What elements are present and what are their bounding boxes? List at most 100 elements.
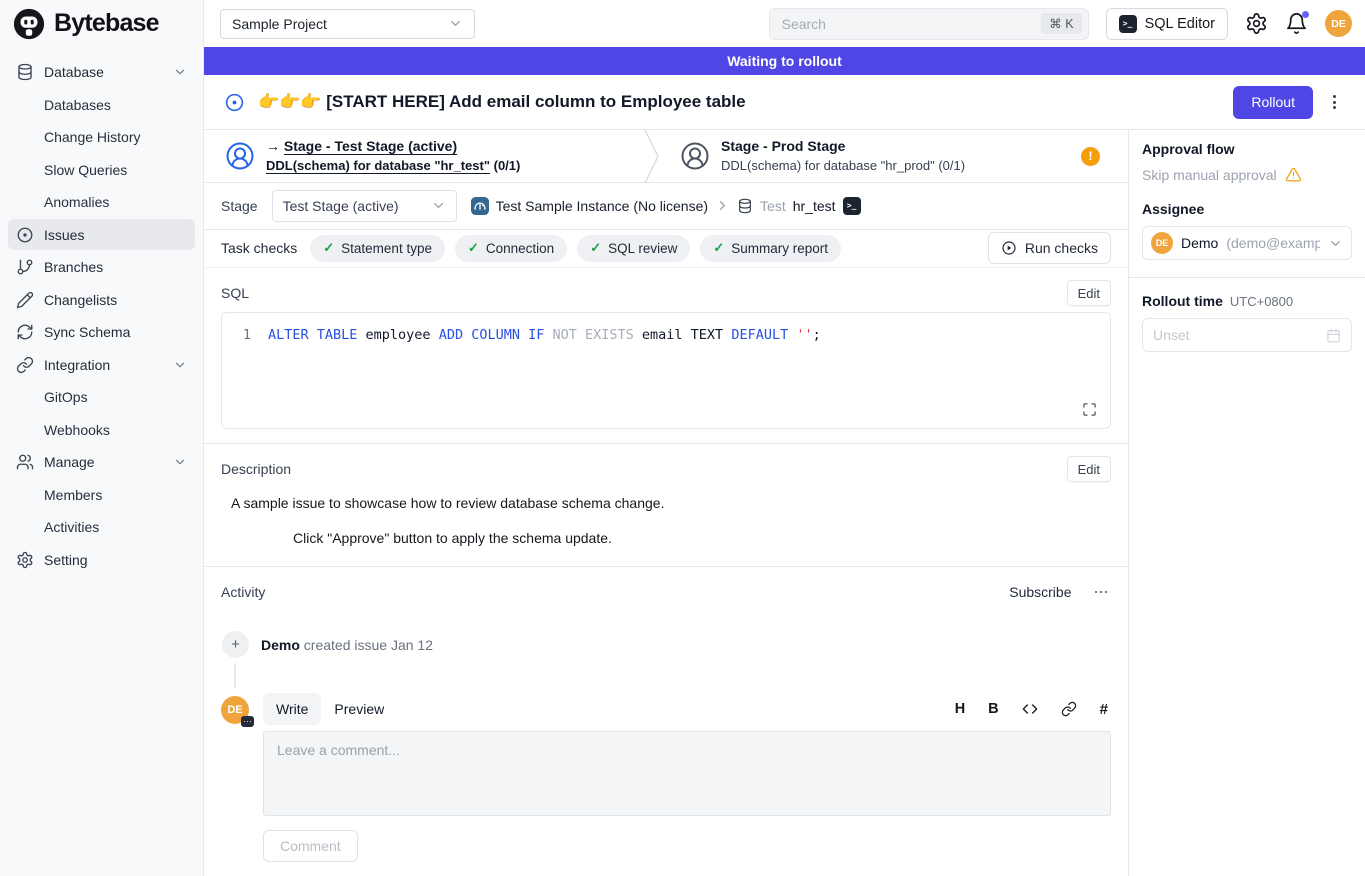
sql-section-header: SQL Edit: [221, 280, 1111, 306]
check-statement-type[interactable]: ✓ Statement type: [310, 235, 445, 262]
description-section: Description Edit A sample issue to showc…: [204, 444, 1128, 567]
pipeline-stage-test[interactable]: → Stage - Test Stage (active) DDL(schema…: [204, 130, 644, 182]
stage-user-icon: [225, 141, 255, 171]
check-sql-review[interactable]: ✓ SQL review: [577, 235, 690, 262]
sidebar-item-webhooks[interactable]: Webhooks: [8, 414, 195, 445]
git-branch-icon: [16, 258, 34, 276]
warning-icon: [1285, 166, 1302, 183]
sidebar-item-databases[interactable]: Databases: [8, 89, 195, 120]
comment-submit-button[interactable]: Comment: [263, 830, 358, 862]
main-area: Sample Project ⌘ K >_ SQL Editor DE: [204, 0, 1365, 876]
sql-code-editor[interactable]: 1 ALTER TABLE employee ADD COLUMN IF NOT…: [221, 312, 1111, 429]
settings-button[interactable]: [1245, 12, 1268, 35]
rollout-time-picker[interactable]: Unset: [1142, 318, 1352, 352]
project-select[interactable]: Sample Project: [220, 9, 475, 39]
sidebar-item-label: Integration: [44, 357, 110, 373]
check-label: Summary report: [731, 241, 828, 256]
sidebar-item-label: Slow Queries: [44, 162, 127, 178]
refresh-icon: [16, 323, 34, 341]
instance-link[interactable]: Test Sample Instance (No license): [496, 198, 708, 214]
pencil-icon: [16, 291, 34, 309]
timeline-connector: [234, 663, 236, 688]
sidebar-item-database[interactable]: Database: [8, 57, 195, 88]
run-checks-button[interactable]: Run checks: [988, 232, 1111, 264]
open-sql-editor-icon[interactable]: >_: [843, 197, 861, 215]
project-select-value: Sample Project: [232, 16, 327, 32]
rollout-time-value: Unset: [1153, 327, 1190, 343]
issue-sidebar: Approval flow Skip manual approval Assig…: [1128, 130, 1365, 876]
sidebar-item-label: Manage: [44, 454, 95, 470]
sidebar-item-manage[interactable]: Manage: [8, 447, 195, 478]
pipeline-stage-prod[interactable]: Stage - Prod Stage DDL(schema) for datab…: [659, 130, 1128, 182]
status-banner: Waiting to rollout: [204, 47, 1365, 75]
sidebar-item-label: Branches: [44, 259, 103, 275]
topbar: Sample Project ⌘ K >_ SQL Editor DE: [204, 0, 1365, 47]
stage-selector-row: Stage Test Stage (active) Test Sample In…: [204, 183, 1128, 230]
sidebar-item-setting[interactable]: Setting: [8, 544, 195, 575]
sidebar-item-branches[interactable]: Branches: [8, 252, 195, 283]
sql-editor-button[interactable]: >_ SQL Editor: [1106, 8, 1228, 40]
sidebar-item-label: Setting: [44, 552, 88, 568]
sidebar-item-label: GitOps: [44, 389, 88, 405]
code-button[interactable]: [1022, 701, 1038, 717]
task-checks-row: Task checks ✓ Statement type ✓ Connectio…: [204, 230, 1128, 268]
check-label: Statement type: [341, 241, 432, 256]
hash-button[interactable]: #: [1100, 701, 1108, 718]
comment-editor-main: Write Preview H B #: [263, 693, 1111, 862]
sidebar-item-slow-queries[interactable]: Slow Queries: [8, 154, 195, 185]
comment-editor: DE Write Preview H B: [221, 693, 1111, 862]
issue-status-icon: [224, 92, 245, 113]
link-button[interactable]: [1061, 701, 1077, 717]
sidebar-item-changelists[interactable]: Changelists: [8, 284, 195, 315]
feed-date: Jan 12: [391, 637, 433, 653]
search-input[interactable]: [782, 16, 1034, 32]
expand-icon[interactable]: [1082, 402, 1097, 417]
terminal-icon: >_: [1119, 15, 1137, 33]
database-link[interactable]: hr_test: [793, 198, 836, 214]
bytebase-logo-icon: [12, 7, 46, 41]
sidebar-item-integration[interactable]: Integration: [8, 349, 195, 380]
comment-bubble-icon: [241, 716, 254, 727]
sidebar-item-activities[interactable]: Activities: [8, 512, 195, 543]
activity-feed-item: + Demo created issue Jan 12: [222, 631, 1111, 658]
issue-main-column: → Stage - Test Stage (active) DDL(schema…: [204, 130, 1128, 876]
tab-write[interactable]: Write: [263, 693, 321, 725]
notifications-button[interactable]: [1285, 12, 1308, 35]
sidebar-item-anomalies[interactable]: Anomalies: [8, 187, 195, 218]
sidebar: Bytebase Database Databases Change Histo…: [0, 0, 204, 876]
sidebar-item-change-history[interactable]: Change History: [8, 122, 195, 153]
gear-icon: [16, 551, 34, 569]
user-avatar[interactable]: DE: [1325, 10, 1352, 37]
chevron-down-icon: [431, 198, 446, 213]
comment-input[interactable]: [263, 731, 1111, 816]
sidebar-item-members[interactable]: Members: [8, 479, 195, 510]
check-summary-report[interactable]: ✓ Summary report: [700, 235, 841, 262]
chevron-down-icon: [173, 358, 187, 372]
notification-dot: [1302, 11, 1309, 18]
sidebar-item-label: Activities: [44, 519, 99, 535]
gear-icon: [1245, 12, 1268, 35]
assignee-avatar: DE: [1151, 232, 1173, 254]
description-edit-button[interactable]: Edit: [1067, 456, 1111, 482]
bold-button[interactable]: B: [988, 701, 998, 717]
rollout-button[interactable]: Rollout: [1233, 86, 1313, 119]
more-actions-icon[interactable]: [1326, 90, 1343, 114]
more-options-icon[interactable]: [1091, 587, 1112, 598]
link-icon: [1061, 701, 1077, 717]
assignee-select[interactable]: DE Demo (demo@example: [1142, 226, 1352, 260]
rollout-time-label-row: Rollout time UTC+0800: [1142, 293, 1352, 309]
sidebar-item-issues[interactable]: Issues: [8, 219, 195, 250]
brand-logo[interactable]: Bytebase: [0, 0, 203, 47]
sql-edit-button[interactable]: Edit: [1067, 280, 1111, 306]
stage-select[interactable]: Test Stage (active): [272, 190, 457, 222]
heading-button[interactable]: H: [955, 701, 965, 717]
check-connection[interactable]: ✓ Connection: [455, 235, 567, 262]
line-number: 1: [222, 326, 268, 345]
sidebar-item-label: Anomalies: [44, 194, 109, 210]
stage-task: DDL(schema) for database "hr_prod" (0/1): [721, 156, 965, 175]
sidebar-item-label: Change History: [44, 129, 141, 145]
tab-preview[interactable]: Preview: [321, 693, 397, 725]
sidebar-item-gitops[interactable]: GitOps: [8, 382, 195, 413]
sidebar-item-sync-schema[interactable]: Sync Schema: [8, 317, 195, 348]
subscribe-button[interactable]: Subscribe: [1009, 584, 1071, 600]
